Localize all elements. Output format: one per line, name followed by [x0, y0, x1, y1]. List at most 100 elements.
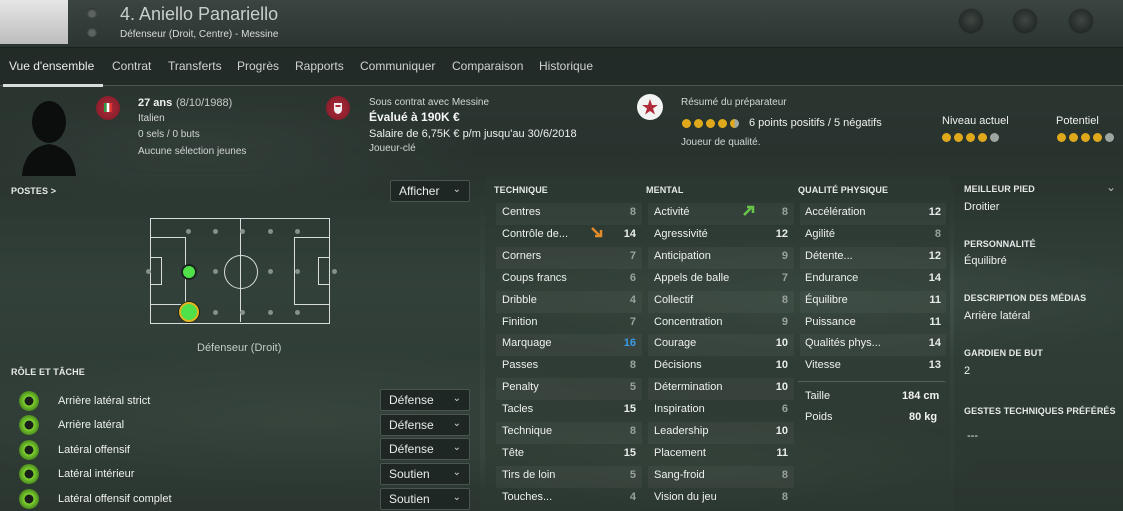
tab-transfers[interactable]: Transferts	[168, 59, 222, 73]
attribute-name[interactable]: Accélération	[805, 206, 866, 218]
role-suitability-icon	[19, 464, 39, 484]
rating-star-icon	[942, 133, 951, 142]
role-label[interactable]: Latéral offensif	[58, 444, 130, 456]
player-silhouette-icon	[22, 101, 76, 176]
attribute-name[interactable]: Courage	[654, 337, 696, 349]
nation-flag-icon	[96, 96, 120, 120]
coach-report-icon	[637, 94, 663, 120]
header-knob-button[interactable]	[960, 10, 982, 32]
goalkeeper-value: 2	[964, 365, 971, 377]
duty-dropdown[interactable]: Soutien ⌄	[380, 463, 470, 485]
attribute-name[interactable]: Appels de balle	[654, 272, 729, 284]
attribute-name[interactable]: Agressivité	[654, 228, 708, 240]
rating-star-icon	[990, 133, 999, 142]
role-label[interactable]: Arrière latéral strict	[58, 395, 150, 407]
role-label[interactable]: Latéral offensif complet	[58, 493, 172, 505]
attribute-name[interactable]: Tirs de loin	[502, 469, 555, 481]
role-label[interactable]: Latéral intérieur	[58, 468, 134, 480]
rating-star-icon	[954, 133, 963, 142]
position-marker-right-defender[interactable]	[179, 302, 199, 322]
physical-title: QUALITÉ PHYSIQUE	[798, 185, 889, 195]
attribute-name[interactable]: Centres	[502, 206, 541, 218]
attribute-name[interactable]: Équilibre	[805, 294, 848, 306]
attribute-name[interactable]: Endurance	[805, 272, 858, 284]
attribute-name[interactable]: Sang-froid	[654, 469, 705, 481]
attribute-name[interactable]: Finition	[502, 316, 537, 328]
attribute-name[interactable]: Corners	[502, 250, 541, 262]
tab-progress[interactable]: Progrès	[237, 59, 279, 73]
position-dot	[146, 269, 151, 274]
attribute-name[interactable]: Penalty	[502, 381, 539, 393]
attribute-name[interactable]: Tacles	[502, 403, 533, 415]
attribute-name[interactable]: Vitesse	[805, 359, 841, 371]
attribute-name[interactable]: Coups francs	[502, 272, 567, 284]
duty-dropdown[interactable]: Soutien ⌄	[380, 488, 470, 510]
duty-dropdown[interactable]: Défense ⌄	[380, 438, 470, 460]
attribute-value: 7	[781, 271, 788, 284]
attribute-name[interactable]: Détente...	[805, 250, 853, 262]
player-age: 27 ans	[138, 97, 173, 109]
attribute-name[interactable]: Vision du jeu	[654, 491, 717, 503]
duty-value: Défense	[389, 442, 434, 456]
attribute-name[interactable]: Concentration	[654, 316, 723, 328]
chevron-down-icon[interactable]: ⌄	[1106, 180, 1116, 194]
attribute-value: 6	[629, 271, 636, 284]
personality-value: Équilibré	[964, 255, 1007, 267]
role-suitability-icon	[19, 440, 39, 460]
tab-overview[interactable]: Vue d'ensemble	[9, 59, 94, 73]
position-dot	[213, 269, 218, 274]
attribute-value: 11	[929, 315, 941, 328]
attribute-name[interactable]: Agilité	[805, 228, 835, 240]
attribute-name[interactable]: Placement	[654, 447, 706, 459]
goalkeeper-title: GARDIEN DE BUT	[964, 348, 1043, 358]
header-knob-button[interactable]	[1070, 10, 1092, 32]
attribute-name[interactable]: Leadership	[654, 425, 708, 437]
potential-label: Potentiel	[1056, 115, 1099, 127]
position-marker-central-defender[interactable]	[181, 264, 197, 280]
attribute-name[interactable]: Anticipation	[654, 250, 711, 262]
tab-history[interactable]: Historique	[539, 59, 593, 73]
header-knob-button[interactable]	[1014, 10, 1036, 32]
attribute-name[interactable]: Technique	[502, 425, 552, 437]
attribute-name[interactable]: Puissance	[805, 316, 856, 328]
duty-dropdown[interactable]: Défense ⌄	[380, 414, 470, 436]
attribute-name[interactable]: Dribble	[502, 294, 537, 306]
attribute-name[interactable]: Contrôle de...	[502, 228, 568, 240]
attribute-name[interactable]: Qualités phys...	[805, 337, 881, 349]
tab-communicate[interactable]: Communiquer	[360, 59, 435, 73]
attribute-value: 6	[781, 403, 788, 416]
attribute-name[interactable]: Touches...	[502, 491, 552, 503]
attribute-value: 10	[775, 425, 788, 437]
attribute-name[interactable]: Détermination	[654, 381, 722, 393]
player-subtitle: Défenseur (Droit, Centre) - Messine	[120, 29, 279, 40]
tab-reports[interactable]: Rapports	[295, 59, 344, 73]
attribute-name[interactable]: Collectif	[654, 294, 693, 306]
attribute-value: 14	[623, 227, 636, 240]
player-nationality: Italien	[138, 113, 165, 124]
weight-value: 80 kg	[909, 411, 938, 423]
attribute-name[interactable]: Passes	[502, 359, 538, 371]
attribute-name[interactable]: Activité	[654, 206, 689, 218]
duty-dropdown[interactable]: Défense ⌄	[380, 389, 470, 411]
show-dropdown[interactable]: Afficher ⌄	[390, 180, 470, 202]
player-photo-strip	[0, 0, 68, 44]
preferred-foot-title: MEILLEUR PIED	[964, 184, 1035, 194]
rating-star-icon	[1093, 133, 1102, 142]
position-dot	[213, 229, 218, 234]
position-dot	[268, 229, 273, 234]
positions-title[interactable]: POSTES >	[11, 186, 56, 196]
attribute-name[interactable]: Décisions	[654, 359, 702, 371]
player-header: 4. Aniello Panariello Défenseur (Droit, …	[0, 0, 1123, 48]
attribute-name[interactable]: Inspiration	[654, 403, 705, 415]
role-suitability-icon	[19, 489, 39, 509]
duty-value: Défense	[389, 418, 434, 432]
attribute-value: 10	[775, 381, 788, 394]
rating-star-icon	[1069, 133, 1078, 142]
personality-title: PERSONNALITÉ	[964, 239, 1036, 249]
attribute-name[interactable]: Marquage	[502, 337, 552, 349]
attribute-value: 14	[928, 271, 941, 284]
role-label[interactable]: Arrière latéral	[58, 419, 124, 431]
tab-comparison[interactable]: Comparaison	[452, 59, 523, 73]
tab-contract[interactable]: Contrat	[112, 59, 151, 73]
attribute-name[interactable]: Tête	[502, 447, 524, 459]
